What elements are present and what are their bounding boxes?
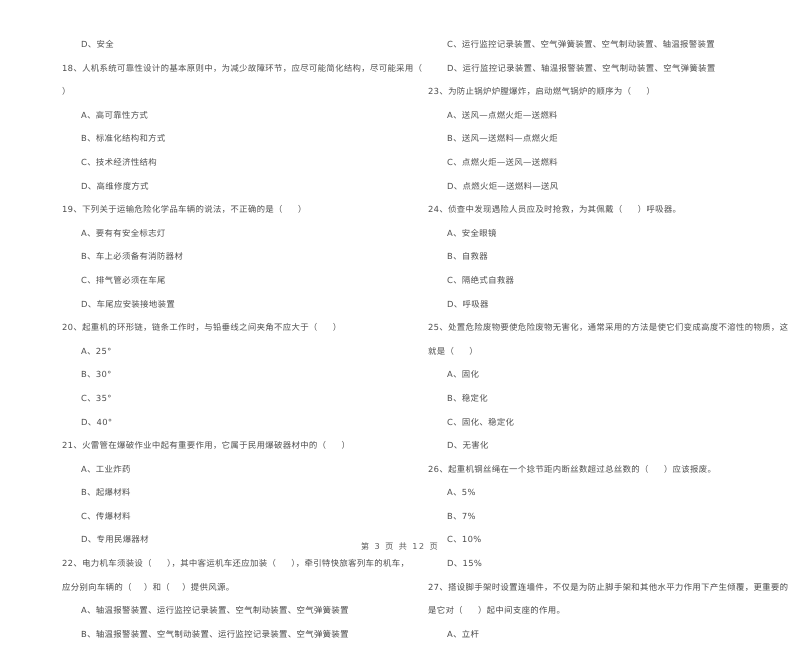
answer-option: C、隔绝式自救器 <box>447 274 515 285</box>
answer-option: C、技术经济性结构 <box>81 156 157 167</box>
answer-option: D、15% <box>447 558 483 569</box>
question-text: 27、搭设脚手架时设置连墙件，不仅是为防止脚手架和其他水平力作用下产生倾覆，更重… <box>428 581 789 592</box>
answer-option: A、固化 <box>447 369 480 380</box>
question-text: 21、火雷管在爆破作业中起有重要作用，它属于民用爆破器材中的（ ） <box>62 440 351 451</box>
answer-option: D、高维修度方式 <box>81 180 149 191</box>
question-text: 24、侦查中发现遇险人员应及时抢救，为其佩戴（ ）呼吸器。 <box>428 204 682 215</box>
two-column-body: D、安全 18、人机系统可靠性设计的基本原则中，为减少故障环节，应尽可能简化结构，… <box>0 0 800 639</box>
answer-option: A、要有有安全标志灯 <box>81 227 166 238</box>
question-text: 就是（ ） <box>428 345 478 356</box>
question-text: 25、处置危险废物要使危险废物无害化，通常采用的方法是使它们变成高度不溶性的物质… <box>428 322 789 333</box>
answer-option: B、轴温报警装置、空气制动装置、运行监控记录装置、空气弹簧装置 <box>81 628 349 639</box>
question-text: 是它对（ ）起中间支座的作用。 <box>428 605 566 616</box>
answer-option: B、7% <box>447 510 476 521</box>
page-footer: 第 3 页 共 12 页 <box>360 541 440 551</box>
answer-option: A、高可靠性方式 <box>81 109 149 120</box>
answer-option: A、立杆 <box>447 628 480 639</box>
answer-option: C、固化、稳定化 <box>447 416 515 427</box>
answer-option: C、35° <box>81 392 112 403</box>
answer-option: B、自救器 <box>447 251 488 262</box>
answer-option: B、车上必须备有消防器材 <box>81 251 184 262</box>
question-text: 20、起重机的环形链，链条工作时，与铅垂线之间夹角不应大于（ ） <box>62 322 342 333</box>
answer-option: C、排气管必须在车尾 <box>81 274 166 285</box>
answer-option: B、起爆材料 <box>81 487 131 498</box>
question-text: 18、人机系统可靠性设计的基本原则中，为减少故障环节，应尽可能简化结构，尽可能采… <box>62 62 423 73</box>
answer-option: B、送风—送燃料—点燃火炬 <box>447 133 558 144</box>
answer-option: A、25° <box>81 345 112 356</box>
answer-option: B、稳定化 <box>447 392 488 403</box>
answer-option: D、40° <box>81 416 113 427</box>
question-text: 22、电力机车须装设（ ），其中客运机车还应加装（ ），牵引特快旅客列车的机车， <box>62 558 410 569</box>
answer-option: A、安全眼镜 <box>447 227 497 238</box>
answer-option: D、运行监控记录装置、轴温报警装置、空气制动装置、空气弹簧装置 <box>447 62 716 73</box>
question-text: 26、起重机钢丝绳在一个捻节距内断丝数超过总丝数的（ ）应该报废。 <box>428 463 717 474</box>
question-text: ） <box>62 86 71 97</box>
answer-option: D、车尾应安装接地装置 <box>81 298 176 309</box>
question-text: 23、为防止锅炉炉膛爆炸，启动燃气锅炉的顺序为（ ） <box>428 86 656 97</box>
answer-option: C、点燃火炬—送风—送燃料 <box>447 156 558 167</box>
answer-option: C、运行监控记录装置、空气弹簧装置、空气制动装置、轴温报警装置 <box>447 39 715 49</box>
exam-paper-page: D、安全 18、人机系统可靠性设计的基本原则中，为减少故障环节，应尽可能简化结构，… <box>0 0 800 639</box>
answer-option: A、5% <box>447 487 476 498</box>
answer-option: A、工业炸药 <box>81 463 131 474</box>
answer-option: B、标准化结构和方式 <box>81 133 166 144</box>
answer-option: A、轴温报警装置、运行监控记录装置、空气制动装置、空气弹簧装置 <box>81 605 349 616</box>
answer-option: D、点燃火炬—送燃料—送风 <box>447 180 559 191</box>
question-text: 19、下列关于运输危险化学品车辆的说法，不正确的是（ ） <box>62 204 307 215</box>
answer-option: C、传爆材料 <box>81 510 131 521</box>
answer-option: B、30° <box>81 369 112 380</box>
answer-option: D、呼吸器 <box>447 298 489 309</box>
answer-option: A、送风—点燃火炬—送燃料 <box>447 109 558 120</box>
answer-option: D、安全 <box>81 39 114 49</box>
answer-option: D、无害化 <box>447 440 489 451</box>
question-text: 应分别向车辆的（ ）和（ ）提供风源。 <box>62 581 235 592</box>
